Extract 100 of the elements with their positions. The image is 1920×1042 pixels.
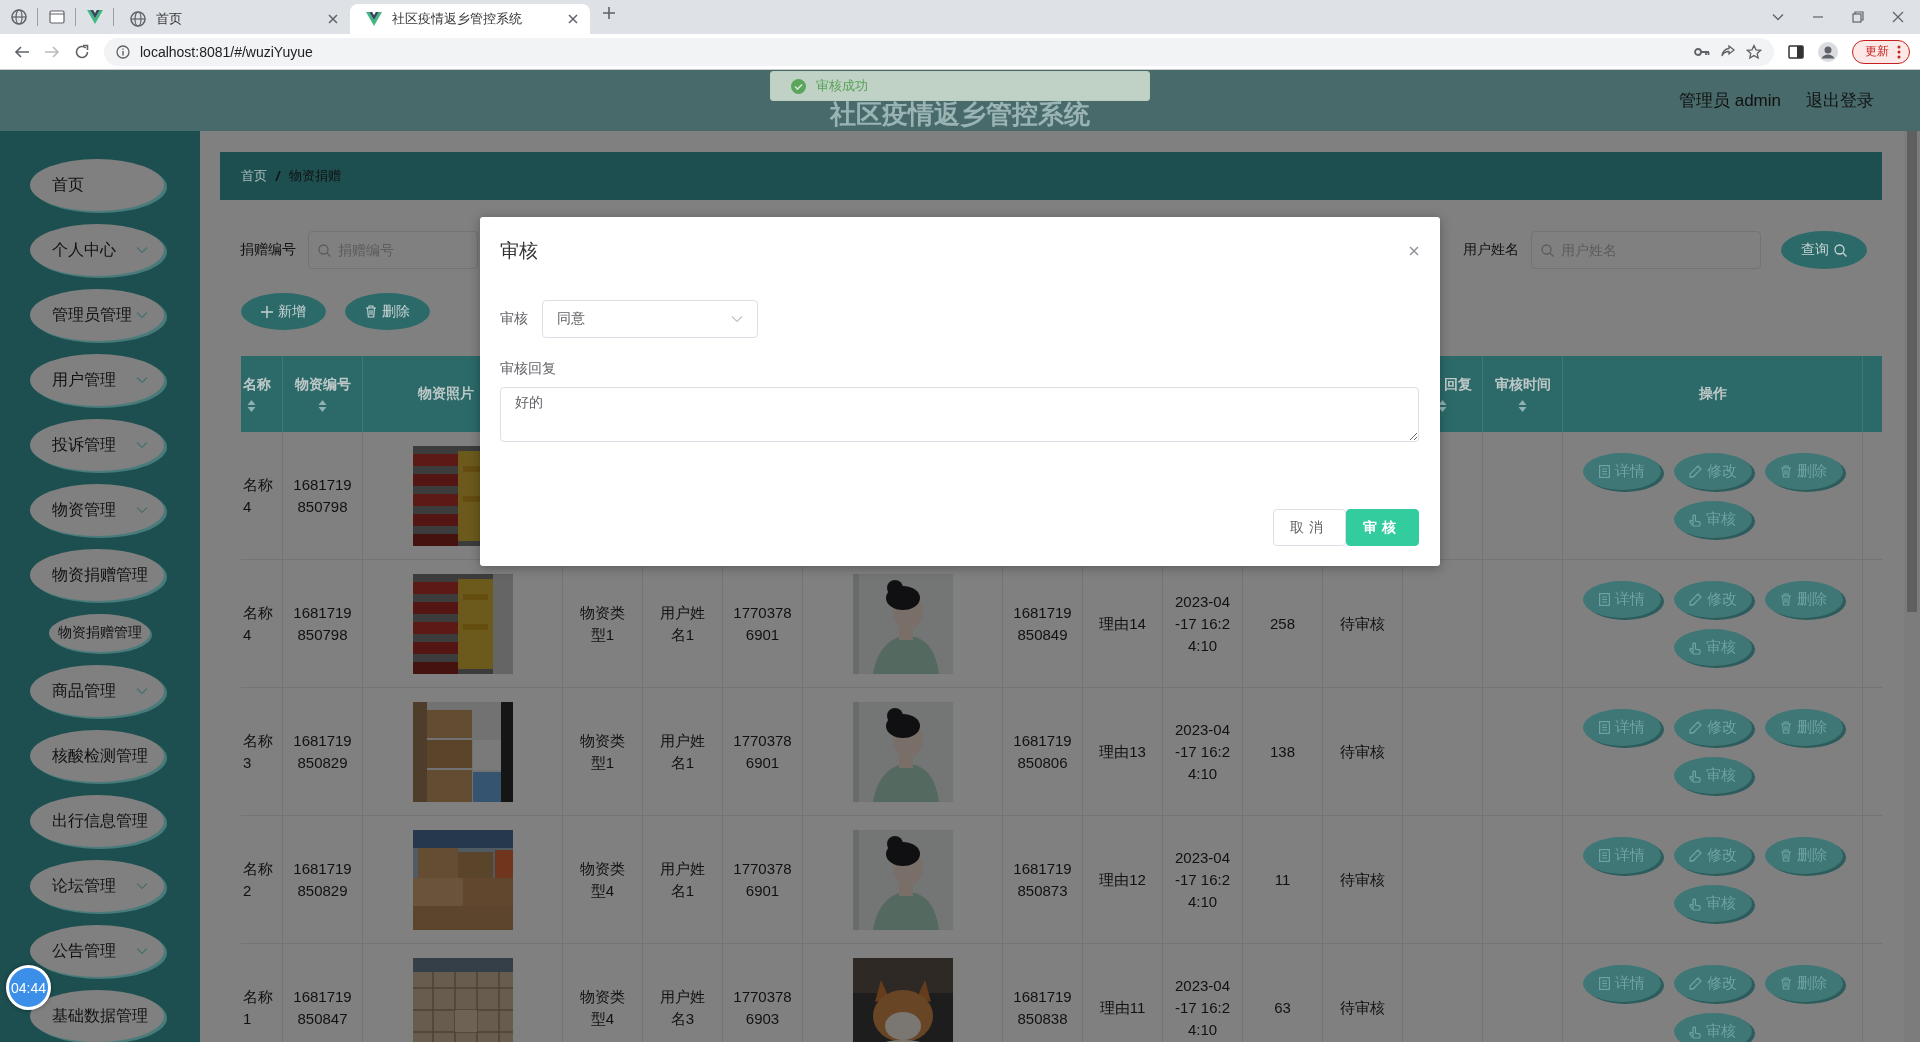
column-header: 物资编号 xyxy=(294,376,351,394)
cancel-button[interactable]: 取消 xyxy=(1273,509,1346,546)
v-logo-icon xyxy=(86,10,103,24)
app-title: 社区疫情返乡管控系统 xyxy=(830,98,1090,131)
table-cell-text: 名称4 xyxy=(243,602,274,645)
trash-icon xyxy=(365,305,377,318)
table-cell-text: 用户姓名1 xyxy=(659,730,706,773)
table-cell-text: 用户姓名3 xyxy=(659,986,706,1029)
sidebar-item[interactable]: 管理员管理 xyxy=(30,289,164,341)
dialog-title: 审核 xyxy=(500,239,538,263)
success-icon xyxy=(791,78,806,94)
table-cell-text: 待审核 xyxy=(1340,869,1385,890)
browser-tab[interactable]: 首页 xyxy=(114,4,350,34)
table-cell-text: 理由13 xyxy=(1099,741,1146,762)
close-icon[interactable] xyxy=(328,14,338,24)
profile-icon[interactable] xyxy=(1818,41,1838,62)
pencil-icon xyxy=(1688,465,1702,478)
search-icon xyxy=(1834,243,1847,257)
sidebar-item[interactable]: 出行信息管理 xyxy=(30,795,164,847)
table-cell-text: 理由14 xyxy=(1099,613,1146,634)
reload-icon[interactable] xyxy=(74,43,90,60)
table-cell-text: 名称1 xyxy=(243,986,274,1029)
user-name: 管理员 admin xyxy=(1678,90,1781,112)
field-label: 审核 xyxy=(500,310,528,328)
table-cell-text: 待审核 xyxy=(1340,997,1385,1018)
document-icon xyxy=(1598,977,1610,990)
trash-icon xyxy=(1780,849,1792,862)
sidebar-item[interactable]: 用户管理 xyxy=(30,354,164,406)
pencil-icon xyxy=(1688,721,1702,734)
table-cell-text: 17703786901 xyxy=(733,730,792,773)
info-icon[interactable] xyxy=(116,44,130,59)
table-cell-text: 物资类型4 xyxy=(579,986,626,1029)
star-icon[interactable] xyxy=(1746,43,1762,60)
table-cell-text: 63 xyxy=(1274,997,1291,1018)
sidebar-item[interactable]: 论坛管理 xyxy=(30,860,164,912)
table-cell-text: 1681719850847 xyxy=(293,986,352,1029)
key-icon[interactable] xyxy=(1694,46,1710,57)
field-label: 审核回复 xyxy=(500,360,557,378)
sidebar-item[interactable]: 物资捐赠管理 xyxy=(30,549,164,601)
sidebar-item[interactable]: 核酸检测管理 xyxy=(30,730,164,782)
close-icon[interactable] xyxy=(568,14,578,24)
browser-tab[interactable]: 社区疫情返乡管控系统 xyxy=(350,4,590,34)
trash-icon xyxy=(1780,721,1792,734)
sidebar-item[interactable]: 投诉管理 xyxy=(30,419,164,471)
table-cell-text: 物资类型1 xyxy=(579,602,626,645)
address-bar[interactable]: localhost:8081/#/wuziYuyue xyxy=(104,37,1774,66)
table-cell-text: 2023-04-17 16:24:10 xyxy=(1173,591,1232,656)
sidebar-item[interactable]: 物资管理 xyxy=(30,484,164,536)
column-header: 名称 xyxy=(242,376,271,394)
reply-field[interactable]: 好的 xyxy=(500,387,1419,442)
sidebar-item[interactable]: 公告管理 xyxy=(30,925,164,977)
breadcrumb-item[interactable]: 首页 xyxy=(241,167,267,185)
select-field[interactable]: 同意 xyxy=(542,300,758,338)
sidebar-item[interactable]: 首页 xyxy=(30,159,164,211)
close-icon[interactable] xyxy=(1892,11,1904,23)
table-cell-text: 17703786903 xyxy=(733,986,792,1029)
table-cell-text: 2023-04-17 16:24:10 xyxy=(1173,975,1232,1040)
hand-icon xyxy=(1689,896,1701,911)
table-cell-text: 258 xyxy=(1270,613,1295,634)
side-panel-icon[interactable] xyxy=(1788,44,1804,59)
document-icon xyxy=(1598,465,1610,478)
query-button[interactable]: 查询 xyxy=(1781,231,1867,269)
globe-icon xyxy=(10,9,27,25)
back-icon[interactable] xyxy=(14,43,30,60)
sort-icon[interactable] xyxy=(1438,400,1447,412)
table-cell-text: 1681719850829 xyxy=(293,730,352,773)
globe-icon xyxy=(130,11,146,27)
add-button[interactable]: 新增 xyxy=(241,293,326,330)
table-cell-text: 1681719850829 xyxy=(293,858,352,901)
table-cell-text: 1681719850798 xyxy=(293,602,352,645)
page-icon[interactable] xyxy=(48,10,65,24)
table-cell-text: 17703786901 xyxy=(733,858,792,901)
table-cell-text: 11 xyxy=(1274,869,1291,890)
field-label: 捐赠编号 xyxy=(240,241,296,259)
restore-icon[interactable] xyxy=(1852,11,1864,23)
chevron-down-icon[interactable] xyxy=(1772,13,1784,21)
trash-icon xyxy=(1780,977,1792,990)
close-icon[interactable] xyxy=(1409,246,1419,256)
new-tab-icon[interactable] xyxy=(602,6,616,20)
update-button[interactable]: 更新 xyxy=(1852,39,1910,64)
table-cell-text: 2023-04-17 16:24:10 xyxy=(1173,847,1232,912)
more-icon xyxy=(1897,44,1901,59)
column-header: 物资照片 xyxy=(417,385,474,403)
sidebar-item[interactable]: 商品管理 xyxy=(30,665,164,717)
scrollbar[interactable] xyxy=(1904,131,1920,1042)
v-logo-icon xyxy=(366,12,382,26)
document-icon xyxy=(1598,721,1610,734)
breadcrumb-item: 物资捐赠 xyxy=(289,167,341,185)
document-icon xyxy=(1598,593,1610,606)
table-cell-text: 理由11 xyxy=(1099,997,1146,1018)
pencil-icon xyxy=(1688,977,1702,990)
delete-button[interactable]: 删除 xyxy=(345,293,430,330)
sidebar-subitem[interactable]: 物资捐赠管理 xyxy=(49,614,150,652)
table-cell-text: 待审核 xyxy=(1340,741,1385,762)
logout-link[interactable]: 退出登录 xyxy=(1806,89,1874,112)
sidebar-item[interactable]: 个人中心 xyxy=(30,224,164,276)
table-cell-text: 1681719850849 xyxy=(1013,602,1072,645)
table-cell-text: 用户姓名1 xyxy=(659,602,706,645)
breadcrumb-separator-icon xyxy=(275,170,281,182)
trash-icon xyxy=(1780,593,1792,606)
